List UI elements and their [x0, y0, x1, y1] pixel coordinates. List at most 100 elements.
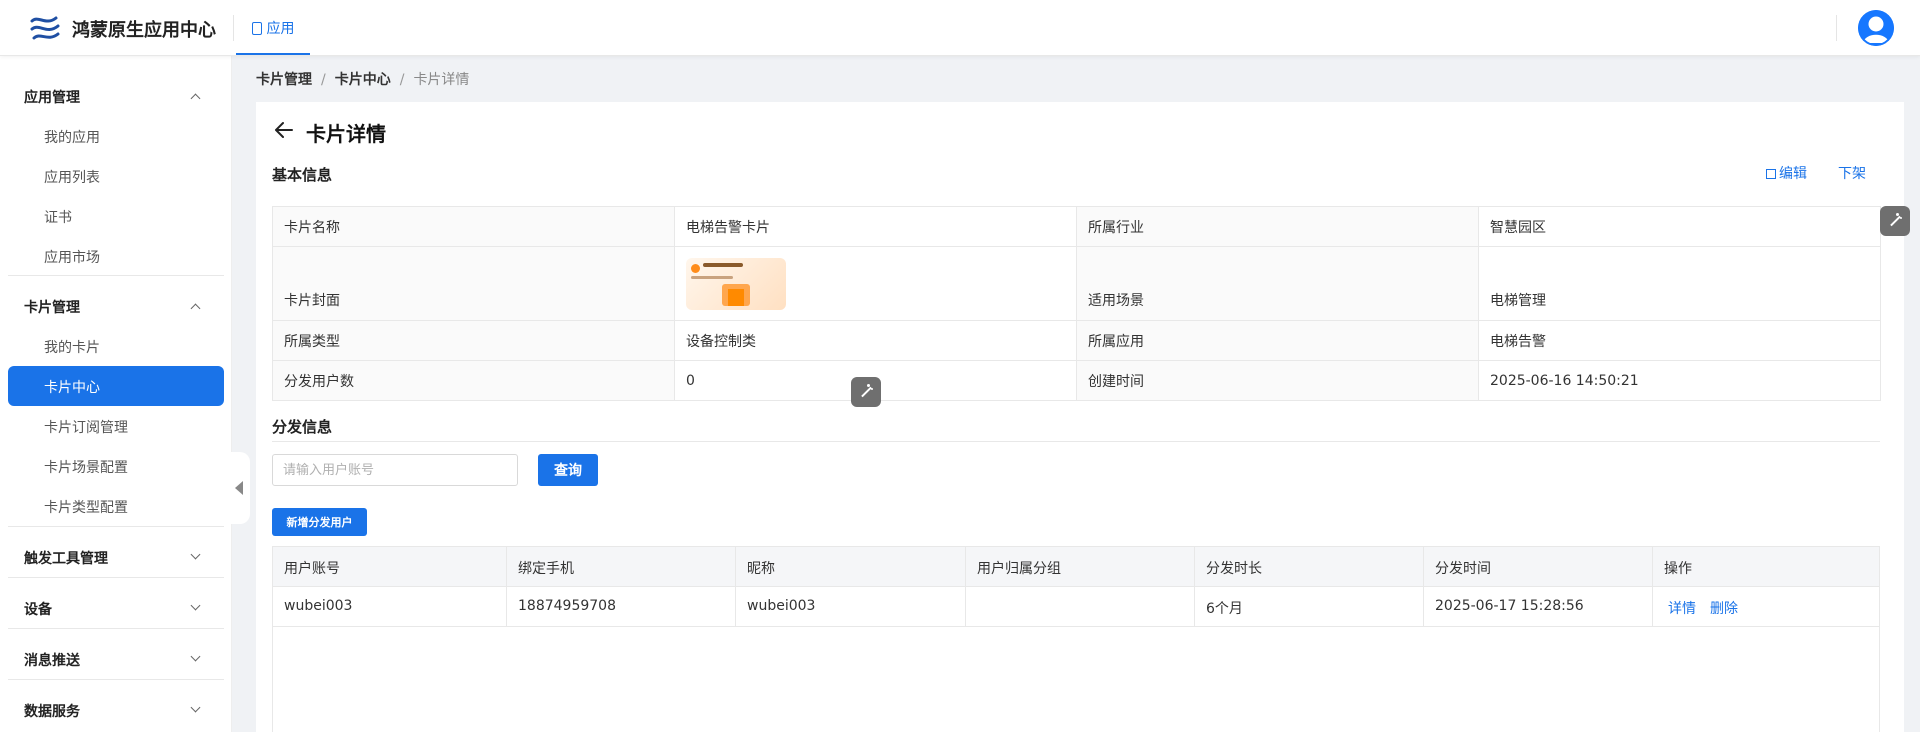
- column-header: 用户归属分组: [977, 561, 1061, 577]
- magic-wand-button[interactable]: [1880, 206, 1910, 236]
- type-value: 设备控制类: [674, 320, 1077, 361]
- column-divider: [965, 547, 966, 627]
- card-detail-panel: 卡片详情 基本信息 编辑 下架 卡片名称 电梯告警卡片 所属行业 智慧园区 卡片…: [256, 102, 1910, 732]
- phone-icon: [251, 21, 262, 35]
- magic-wand-button[interactable]: [851, 377, 881, 407]
- sidebar-group-label: 应用管理: [24, 90, 80, 106]
- sidebar-item-my-apps[interactable]: 我的应用: [8, 116, 224, 156]
- add-distribution-user-button[interactable]: 新增分发用户: [272, 508, 367, 536]
- column-divider: [1423, 547, 1424, 627]
- sidebar-item-label: 我的卡片: [44, 340, 100, 356]
- card-cover-image[interactable]: [686, 258, 786, 310]
- sidebar-item-label: 证书: [44, 210, 72, 226]
- sidebar-group-trigger-tools[interactable]: 触发工具管理: [0, 537, 232, 577]
- chevron-down-icon: [190, 702, 201, 713]
- elevator-door-icon: [728, 289, 744, 306]
- sidebar-item-label: 卡片类型配置: [44, 500, 128, 516]
- sidebar-collapse-handle[interactable]: [228, 452, 250, 524]
- sidebar-item-my-cards[interactable]: 我的卡片: [8, 326, 224, 366]
- phone-cell: 18874959708: [518, 598, 616, 614]
- chevron-up-icon: [190, 93, 201, 104]
- sidebar-group-label: 卡片管理: [24, 300, 80, 316]
- industry-value: 智慧园区: [1478, 206, 1881, 247]
- sidebar-item-card-types[interactable]: 卡片类型配置: [8, 486, 224, 526]
- created-value: 2025-06-16 14:50:21: [1478, 360, 1881, 401]
- breadcrumb: 卡片管理 / 卡片中心 / 卡片详情: [256, 69, 469, 89]
- sidebar-item-app-market[interactable]: 应用市场: [8, 236, 224, 276]
- section-divider: [272, 441, 1880, 442]
- basic-info-table: 卡片名称 电梯告警卡片 所属行业 智慧园区 卡片封面 适用场景 电梯管理 所属类…: [272, 206, 1881, 401]
- users-label: 分发用户数: [272, 360, 675, 401]
- chevron-down-icon: [190, 549, 201, 560]
- app-label: 所属应用: [1076, 320, 1479, 361]
- app-value: 电梯告警: [1478, 320, 1881, 361]
- alert-dot-icon: [691, 264, 700, 273]
- sidebar-group-label: 消息推送: [24, 653, 80, 669]
- app-name: 鸿蒙原生应用中心: [72, 20, 216, 41]
- sidebar-group-card-management[interactable]: 卡片管理: [0, 286, 232, 326]
- breadcrumb-separator: /: [321, 72, 326, 88]
- header-divider: [233, 15, 234, 41]
- sidebar-group-label: 触发工具管理: [24, 551, 108, 567]
- column-header: 分发时长: [1206, 561, 1262, 577]
- user-avatar[interactable]: [1858, 10, 1894, 46]
- edit-icon: [1766, 169, 1776, 179]
- app-logo-icon[interactable]: [28, 12, 62, 44]
- cover-cell: [674, 246, 1077, 321]
- sparkle-icon: [867, 384, 870, 387]
- distribution-table: 用户账号 绑定手机 昵称 用户归属分组 分发时长 分发时间 操作 wubei00…: [272, 546, 1880, 732]
- cover-label: 卡片封面: [272, 246, 675, 321]
- sidebar-item-label: 卡片中心: [44, 380, 100, 396]
- sidebar-item-app-list[interactable]: 应用列表: [8, 156, 224, 196]
- column-header: 操作: [1664, 561, 1692, 577]
- top-header: 鸿蒙原生应用中心 应用: [0, 0, 1920, 56]
- breadcrumb-current: 卡片详情: [413, 72, 470, 88]
- breadcrumb-card-management[interactable]: 卡片管理: [256, 72, 312, 88]
- table-header: 用户账号 绑定手机 昵称 用户归属分组 分发时长 分发时间 操作: [273, 547, 1879, 587]
- sidebar-divider: [8, 275, 224, 276]
- back-arrow-icon[interactable]: [274, 120, 294, 140]
- sidebar-item-label: 卡片订阅管理: [44, 420, 128, 436]
- sidebar-item-certificates[interactable]: 证书: [8, 196, 224, 236]
- column-divider: [1652, 547, 1653, 627]
- sidebar-group-data-services[interactable]: 数据服务: [0, 690, 232, 730]
- sidebar-divider: [8, 679, 224, 680]
- industry-label: 所属行业: [1076, 206, 1479, 247]
- header-divider-right: [1836, 15, 1837, 41]
- sidebar: 应用管理 我的应用 应用列表 证书 应用市场 卡片管理 我的卡片 卡片中心 卡片…: [0, 56, 232, 732]
- card-name-label: 卡片名称: [272, 206, 675, 247]
- sparkle-icon: [871, 388, 873, 390]
- detail-link[interactable]: 详情: [1668, 601, 1696, 617]
- breadcrumb-card-center[interactable]: 卡片中心: [335, 72, 391, 88]
- sidebar-item-card-subscriptions[interactable]: 卡片订阅管理: [8, 406, 224, 446]
- cover-subtitle-line: [691, 276, 733, 279]
- offline-button[interactable]: 下架: [1838, 163, 1866, 183]
- page-title: 卡片详情: [306, 122, 386, 146]
- duration-cell: 6个月: [1206, 601, 1243, 617]
- delete-link[interactable]: 删除: [1710, 601, 1738, 617]
- caret-left-icon: [235, 481, 243, 495]
- edit-button[interactable]: 编辑: [1766, 163, 1807, 183]
- basic-info-title: 基本信息: [272, 166, 333, 184]
- card-name-value: 电梯告警卡片: [674, 206, 1077, 247]
- sidebar-divider: [8, 577, 224, 578]
- tab-apps[interactable]: 应用: [236, 0, 310, 56]
- scene-value: 电梯管理: [1478, 246, 1881, 321]
- user-account-search-input[interactable]: [272, 454, 518, 486]
- sidebar-item-label: 我的应用: [44, 130, 100, 146]
- sparkle-icon: [1900, 217, 1902, 219]
- column-header: 绑定手机: [518, 561, 574, 577]
- sidebar-item-card-center[interactable]: 卡片中心: [8, 366, 224, 406]
- time-cell: 2025-06-17 15:28:56: [1435, 598, 1584, 614]
- sidebar-group-devices[interactable]: 设备: [0, 588, 232, 628]
- sidebar-group-push-messages[interactable]: 消息推送: [0, 639, 232, 679]
- chevron-down-icon: [190, 651, 201, 662]
- created-label: 创建时间: [1076, 360, 1479, 401]
- chevron-up-icon: [190, 303, 201, 314]
- sidebar-item-card-scenes[interactable]: 卡片场景配置: [8, 446, 224, 486]
- chevron-down-icon: [190, 600, 201, 611]
- query-button[interactable]: 查询: [538, 454, 598, 486]
- sidebar-group-label: 数据服务: [24, 704, 80, 720]
- sidebar-group-app-management[interactable]: 应用管理: [0, 76, 232, 116]
- column-divider: [735, 547, 736, 627]
